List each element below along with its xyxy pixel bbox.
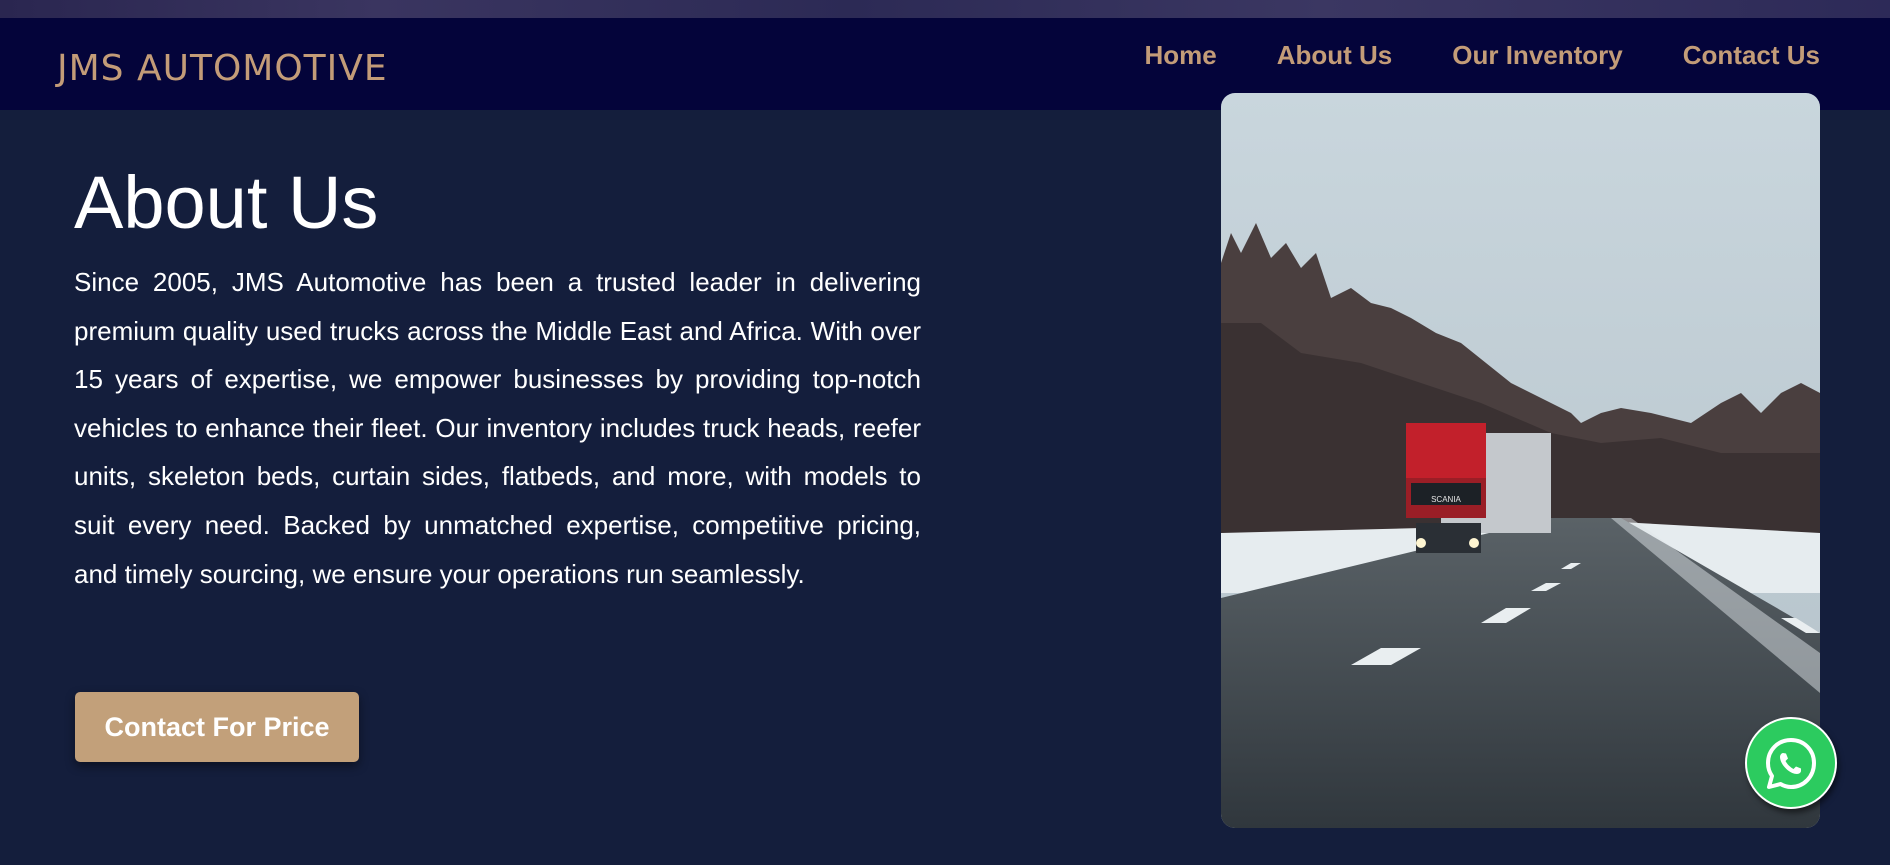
header-banner-strip xyxy=(0,0,1890,18)
nav-about-us[interactable]: About Us xyxy=(1277,40,1393,71)
nav-our-inventory[interactable]: Our Inventory xyxy=(1452,40,1622,71)
page: JMS AUTOMOTIVE Home About Us Our Invento… xyxy=(0,0,1890,865)
truck-photo: SCANIA xyxy=(1221,93,1820,828)
about-section: About Us Since 2005, JMS Automotive has … xyxy=(74,160,921,598)
nav-contact-us[interactable]: Contact Us xyxy=(1683,40,1820,71)
whatsapp-button[interactable] xyxy=(1745,717,1837,809)
contact-for-price-button[interactable]: Contact For Price xyxy=(75,692,359,762)
main-nav: Home About Us Our Inventory Contact Us xyxy=(1144,40,1820,71)
whatsapp-icon xyxy=(1766,738,1816,789)
brand-logo[interactable]: JMS AUTOMOTIVE xyxy=(57,48,388,89)
nav-home[interactable]: Home xyxy=(1144,40,1216,71)
page-title: About Us xyxy=(74,161,379,244)
about-description: Since 2005, JMS Automotive has been a tr… xyxy=(74,267,921,589)
truck-badge-text: SCANIA xyxy=(1431,495,1461,504)
